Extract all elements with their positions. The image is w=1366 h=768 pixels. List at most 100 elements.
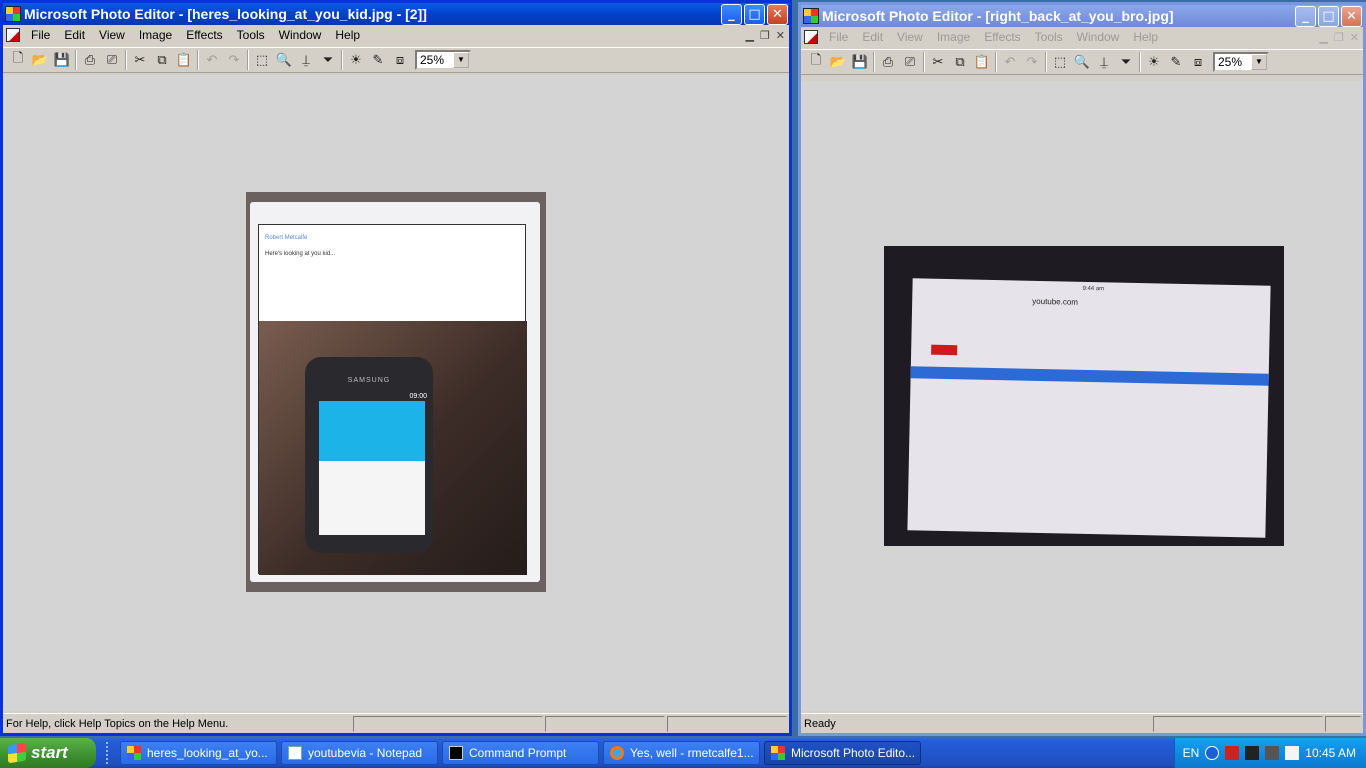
photo-image: Robert Metcalfe Here's looking at you ki… <box>246 192 546 592</box>
chevron-left-icon[interactable] <box>1205 746 1220 760</box>
minimize-button[interactable]: _ <box>1295 5 1316 27</box>
paste-icon[interactable]: 📋 <box>173 49 195 71</box>
youtube-logo <box>931 344 958 356</box>
menu-window[interactable]: Window <box>1070 30 1127 44</box>
menu-image[interactable]: Image <box>132 28 179 42</box>
stamp-icon[interactable]: ⍊ <box>1093 51 1115 73</box>
menu-effects[interactable]: Effects <box>179 28 229 42</box>
zoom-select[interactable]: 25% ▼ <box>415 50 471 70</box>
redo-icon[interactable]: ↷ <box>223 49 245 71</box>
resize-icon[interactable]: ⧈ <box>389 49 411 71</box>
menu-view[interactable]: View <box>92 28 132 42</box>
select-icon[interactable]: ⬚ <box>251 49 273 71</box>
copy-icon[interactable]: ⧉ <box>949 51 971 73</box>
title-bar[interactable]: Microsoft Photo Editor - [right_back_at_… <box>801 5 1363 27</box>
minimize-button[interactable]: _ <box>721 3 742 25</box>
menu-tools[interactable]: Tools <box>1028 30 1070 44</box>
scan-icon[interactable]: ⎚ <box>899 51 921 73</box>
undo-icon[interactable]: ↶ <box>999 51 1021 73</box>
document-icon[interactable] <box>6 28 20 42</box>
print-icon[interactable]: ⎙ <box>79 49 101 71</box>
menu-image[interactable]: Image <box>930 30 977 44</box>
paste-icon[interactable]: 📋 <box>971 51 993 73</box>
status-pane <box>1325 715 1361 732</box>
menu-help[interactable]: Help <box>1126 30 1165 44</box>
redo-icon[interactable]: ↷ <box>1021 51 1043 73</box>
task-label: heres_looking_at_yo... <box>147 746 268 760</box>
language-indicator[interactable]: EN <box>1183 746 1200 760</box>
menu-effects[interactable]: Effects <box>977 30 1027 44</box>
photo-editor-icon[interactable] <box>803 8 819 24</box>
menu-help[interactable]: Help <box>328 28 367 42</box>
doc-restore-icon[interactable]: ❐ <box>1334 31 1344 44</box>
task-firefox[interactable]: Yes, well - rmetcalfe1... <box>603 741 760 765</box>
task-command-prompt[interactable]: Command Prompt <box>442 741 599 765</box>
maximize-button[interactable]: □ <box>1318 5 1339 27</box>
zoom-icon[interactable]: 🔍 <box>1071 51 1093 73</box>
doc-minimize-icon[interactable]: ▁ <box>745 29 753 42</box>
photo-editor-icon[interactable] <box>5 6 21 22</box>
open-icon[interactable]: 📂 <box>827 51 849 73</box>
toolbar-separator <box>197 50 199 70</box>
print-icon[interactable]: ⎙ <box>877 51 899 73</box>
close-button[interactable]: ✕ <box>767 3 788 25</box>
scan-icon[interactable]: ⎚ <box>101 49 123 71</box>
save-icon[interactable]: 💾 <box>51 49 73 71</box>
zoom-icon[interactable]: 🔍 <box>273 49 295 71</box>
app-tray-icon[interactable] <box>1285 746 1300 760</box>
doc-minimize-icon[interactable]: ▁ <box>1319 31 1327 44</box>
resize-icon[interactable]: ⧈ <box>1187 51 1209 73</box>
doc-close-icon[interactable]: ✕ <box>1350 31 1359 44</box>
volume-icon[interactable] <box>1265 746 1280 760</box>
menu-edit[interactable]: Edit <box>57 28 92 42</box>
toolbar-separator <box>75 50 77 70</box>
new-icon[interactable]: 🗋 <box>7 49 29 71</box>
chevron-down-icon[interactable]: ▼ <box>1251 54 1267 70</box>
chevron-down-icon[interactable]: ▼ <box>453 52 469 68</box>
menu-window[interactable]: Window <box>272 28 329 42</box>
stamp-icon[interactable]: ⍊ <box>295 49 317 71</box>
status-pane <box>667 715 787 732</box>
menu-file[interactable]: File <box>24 28 57 42</box>
photo-editor-icon <box>127 746 141 760</box>
brightness-icon[interactable]: ☀ <box>345 49 367 71</box>
task-label: youtubevia - Notepad <box>308 746 423 760</box>
task-photo-editor-left[interactable]: heres_looking_at_yo... <box>120 741 277 765</box>
doc-close-icon[interactable]: ✕ <box>776 29 785 42</box>
cut-icon[interactable]: ✂ <box>927 51 949 73</box>
save-icon[interactable]: 💾 <box>849 51 871 73</box>
network-icon[interactable] <box>1245 746 1260 760</box>
mail-subject: Here's looking at you kid... <box>265 251 336 257</box>
select-icon[interactable]: ⬚ <box>1049 51 1071 73</box>
status-text: For Help, click Help Topics on the Help … <box>6 717 229 730</box>
phone-screen-header <box>319 401 425 461</box>
new-icon[interactable]: 🗋 <box>805 51 827 73</box>
doc-restore-icon[interactable]: ❐ <box>760 29 770 42</box>
maximize-button[interactable]: □ <box>744 3 765 25</box>
task-notepad[interactable]: youtubevia - Notepad <box>281 741 438 765</box>
brightness-icon[interactable]: ☀ <box>1143 51 1165 73</box>
toolbar-separator <box>341 50 343 70</box>
pen-icon[interactable]: ✎ <box>1165 51 1187 73</box>
close-button[interactable]: ✕ <box>1341 5 1362 27</box>
start-button[interactable]: start <box>0 738 96 768</box>
security-icon[interactable] <box>1225 746 1240 760</box>
clock[interactable]: 10:45 AM <box>1305 746 1356 760</box>
document-icon[interactable] <box>804 30 818 44</box>
menu-edit[interactable]: Edit <box>855 30 890 44</box>
cut-icon[interactable]: ✂ <box>129 49 151 71</box>
title-bar[interactable]: Microsoft Photo Editor - [heres_looking_… <box>3 3 789 25</box>
taskbar-grip[interactable] <box>106 742 112 764</box>
samsung-phone: SAMSUNG 09:00 <box>305 357 433 553</box>
funnel-icon[interactable]: ⏷ <box>317 49 339 71</box>
zoom-select[interactable]: 25% ▼ <box>1213 52 1269 72</box>
menu-view[interactable]: View <box>890 30 930 44</box>
undo-icon[interactable]: ↶ <box>201 49 223 71</box>
menu-tools[interactable]: Tools <box>230 28 272 42</box>
task-photo-editor-active[interactable]: Microsoft Photo Edito... <box>764 741 921 765</box>
pen-icon[interactable]: ✎ <box>367 49 389 71</box>
open-icon[interactable]: 📂 <box>29 49 51 71</box>
funnel-icon[interactable]: ⏷ <box>1115 51 1137 73</box>
copy-icon[interactable]: ⧉ <box>151 49 173 71</box>
menu-file[interactable]: File <box>822 30 855 44</box>
